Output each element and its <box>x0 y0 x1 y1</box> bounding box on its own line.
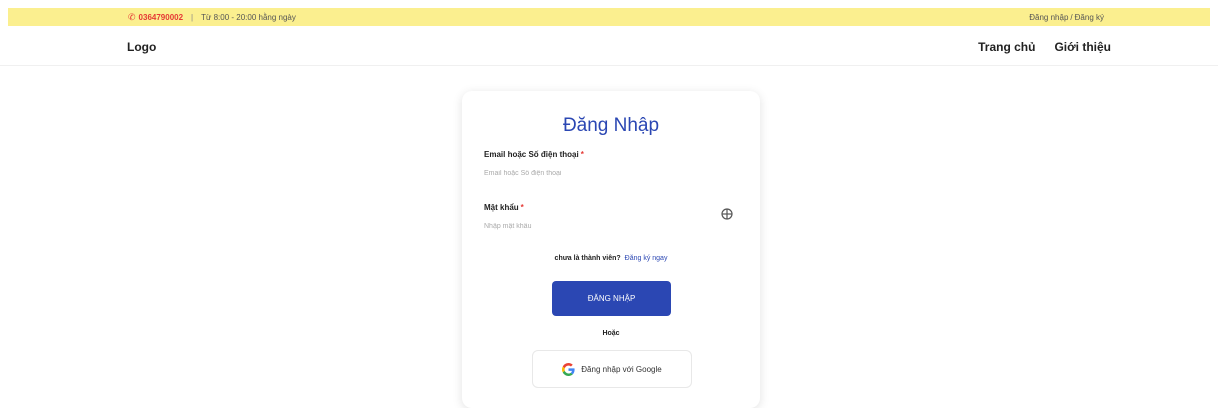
top-info-bar: ✆ 0364790002 | Từ 8:00 - 20:00 hằng ngày… <box>8 8 1210 26</box>
auth-links: Đăng nhập / Đăng ký <box>1029 8 1104 26</box>
password-label-text: Mật khẩu <box>484 203 519 212</box>
or-divider: Hoặc <box>602 330 620 337</box>
password-label: Mật khẩu * <box>484 203 524 212</box>
email-label: Email hoặc Số điện thoại * <box>484 150 584 159</box>
divider: | <box>191 12 194 22</box>
login-button[interactable]: ĐĂNG NHẬP <box>552 281 671 316</box>
eye-icon[interactable] <box>720 207 734 221</box>
required-mark: * <box>520 203 524 212</box>
logo[interactable]: Logo <box>127 40 156 54</box>
google-login-button[interactable]: Đăng nhập với Google <box>532 350 692 388</box>
google-icon <box>562 362 575 376</box>
email-label-text: Email hoặc Số điện thoại <box>484 150 579 159</box>
login-card: Đăng Nhập Email hoặc Số điện thoại* Mật … <box>462 91 760 408</box>
topbar-register-link[interactable]: Đăng ký <box>1075 13 1104 22</box>
password-field[interactable] <box>482 216 712 236</box>
opening-hours: Từ 8:00 - 20:00 hằng ngày <box>201 12 296 22</box>
nav-item-about[interactable]: Giới thiệu <box>1054 40 1111 54</box>
contact-info: ✆ 0364790002 | Từ 8:00 - 20:00 hằng ngày <box>128 8 296 26</box>
register-question: chưa là thành viên? <box>554 255 621 262</box>
phone-icon: ✆ <box>128 11 136 22</box>
phone-number[interactable]: 0364790002 <box>139 13 184 22</box>
register-prompt: chưa là thành viên? Đăng ký ngay <box>462 255 760 262</box>
login-title: Đăng Nhập <box>562 115 660 136</box>
main-nav: Trang chủ Giới thiệu <box>978 40 1111 54</box>
site-header: Logo Trang chủ Giới thiệu <box>0 26 1218 66</box>
register-link[interactable]: Đăng ký ngay <box>625 255 668 262</box>
auth-separator: / <box>1070 12 1073 22</box>
google-login-label: Đăng nhập với Google <box>581 364 662 374</box>
required-mark: * <box>580 150 584 159</box>
email-field[interactable] <box>482 163 738 183</box>
nav-item-home[interactable]: Trang chủ <box>978 40 1035 54</box>
topbar-login-link[interactable]: Đăng nhập <box>1029 13 1068 22</box>
